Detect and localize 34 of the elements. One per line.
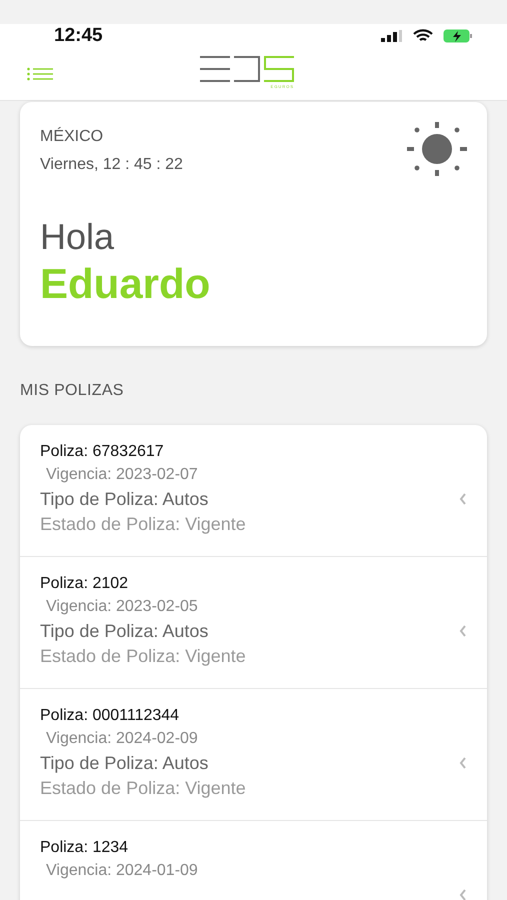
chevron-icon xyxy=(459,492,467,504)
policy-number: Poliza: 0001112344 xyxy=(40,706,180,726)
sun-icon xyxy=(407,122,467,176)
chevron-icon xyxy=(459,756,467,768)
greeting-text: Hola xyxy=(40,216,116,258)
logo-icon xyxy=(198,54,296,84)
policy-number: Poliza: 67832617 xyxy=(40,442,165,462)
user-name: Eduardo xyxy=(40,260,212,308)
chevron-icon xyxy=(459,624,467,636)
policy-row[interactable]: Poliza: 67832617 Vigencia: 2023-02-07 Tipo de Poliza: Autos Estado de Poliza: Vigente xyxy=(20,425,487,557)
status-time: 12:45 xyxy=(54,25,103,47)
policy-row[interactable]: Poliza: 2102 Vigencia: 2023-02-05 Tipo de Poliza: Autos Estado de Poliza: Vigente xyxy=(20,557,487,689)
country-label: MÉXICO xyxy=(40,128,104,146)
policy-status: Estado de Poliza: Vigente xyxy=(40,645,246,668)
policy-type: Tipo de Poliza: Autos xyxy=(40,752,210,775)
policy-validity: Vigencia: 2023-02-07 xyxy=(45,465,199,485)
battery-charging-icon xyxy=(443,29,473,43)
policy-status: Estado de Poliza: Vigente xyxy=(40,777,246,800)
policy-validity: Vigencia: 2023-02-05 xyxy=(45,597,199,617)
wifi-icon xyxy=(413,29,433,43)
policy-validity: Vigencia: 2024-01-09 xyxy=(45,861,198,881)
policy-type: Tipo de Poliza: Autos xyxy=(40,488,210,511)
policy-validity: Vigencia: 2024-02-09 xyxy=(45,729,199,749)
signal-icon xyxy=(381,30,403,42)
policy-number: Poliza: 2102 xyxy=(40,574,130,594)
policy-row[interactable]: Poliza: 1234 Vigencia: 2024-01-09 xyxy=(20,821,487,900)
policy-type: Tipo de Poliza: Autos xyxy=(40,620,210,643)
policy-row[interactable]: Poliza: 0001112344 Vigencia: 2024-02-09 Tipo de Poliza: Autos Estado de Poliza: Vigente xyxy=(20,689,487,821)
menu-icon[interactable] xyxy=(27,67,53,81)
chevron-icon xyxy=(459,888,467,900)
policy-number: Poliza: 1234 xyxy=(40,838,130,858)
datetime-label: Viernes, 12 : 45 : 22 xyxy=(40,156,184,174)
policy-status: Estado de Poliza: Vigente xyxy=(40,513,246,536)
section-title: MIS POLIZAS xyxy=(20,382,125,400)
